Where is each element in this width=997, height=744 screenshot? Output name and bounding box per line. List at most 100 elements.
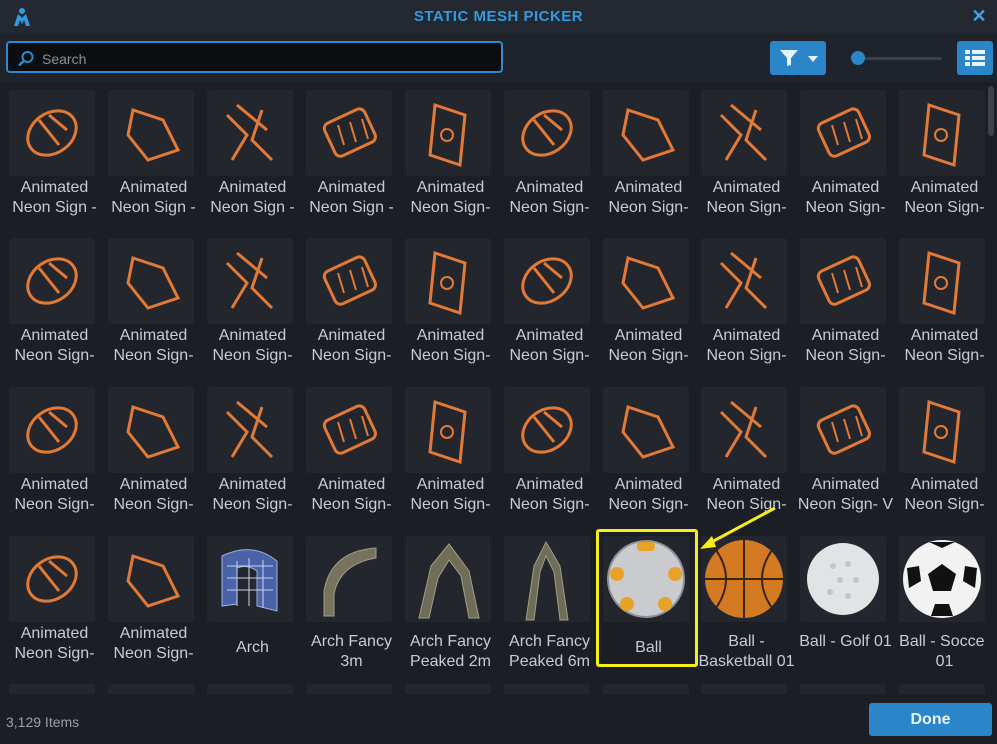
mesh-thumbnail [701,90,787,176]
mesh-tile[interactable]: Animated Neon Sign- Flag [796,82,888,222]
mesh-tile[interactable]: Animated Neon Sign- Half [302,230,394,370]
toolbar [0,34,997,82]
mesh-label: Animated Neon Sign- Gear Shift [113,327,194,368]
close-icon[interactable]: ✕ [969,6,989,26]
mesh-label: Ball - Soccer 01 [899,633,985,670]
mesh-label: Animated Neon Sign- Get Ready [212,327,293,368]
search-input[interactable] [40,47,494,71]
mesh-thumbnail [108,238,194,324]
mesh-label: Animated Neon Sign- Potion [805,327,886,368]
mesh-tile[interactable]: Animated Neon Sign - Hand [203,82,295,222]
mesh-tile[interactable]: Animated Neon Sign- Skull [203,379,295,519]
mesh-tile[interactable]: Arch Fancy 3m [302,528,394,670]
mesh-tile[interactable]: Animated Neon Sign- V Frame [796,379,893,519]
mesh-label: Arch Fancy Peaked 2m [410,633,491,670]
mesh-tile[interactable]: Animated Neon Sign- Get Ready [203,230,295,370]
mesh-label: Animated Neon Sign- Skull [212,476,293,517]
mesh-tile[interactable]: Animated Neon Sign- Baby [500,82,592,222]
filter-button[interactable] [770,41,826,75]
mesh-tile[interactable]: Arch Fancy Peaked 2m [401,528,493,670]
mesh-thumbnail [306,536,392,622]
mesh-label: Animated Neon Sign- Piston 2 [706,327,787,368]
mesh-thumbnail [800,387,886,473]
thumbnail-size-slider[interactable] [852,57,942,60]
mesh-thumbnail [603,238,689,324]
mesh-thumbnail [207,238,293,324]
mesh-tile[interactable]: Animated Neon Sign- Potion [796,230,888,370]
mesh-thumbnail [899,536,985,622]
mesh-tile[interactable]: Animated Neon Sign- Full [5,230,97,370]
mesh-tile[interactable]: Animated Neon Sign- Wrench [5,528,97,668]
mesh-thumbnail [306,90,392,176]
mesh-label: Animated Neon Sign- Left Wing [509,327,590,368]
done-button[interactable]: Done [869,703,992,736]
mesh-tile[interactable]: Animated Neon Sign- Wreath [104,528,196,668]
mesh-tile[interactable]: Animated Neon Sign- Race Track [895,230,985,370]
mesh-thumbnail [603,90,689,176]
mesh-tile[interactable]: Animated Neon Sign- Piston 2 [697,230,789,370]
mesh-tile[interactable]: Animated Neon Sign- Wow [895,379,985,519]
mesh-thumbnail [306,387,392,473]
mesh-thumbnail [405,238,491,324]
mesh-label: Animated Neon Sign- Full [14,327,95,368]
mesh-tile[interactable]: Animated Neon Sign- Sparkles [401,379,493,519]
mesh-label: Animated Neon Sign - Hand [309,179,394,220]
mesh-tile[interactable]: Arch [203,528,295,668]
mesh-label: Animated Neon Sign- Wow [904,476,985,517]
mesh-tile[interactable]: Animated Neon Sign- Diamond [697,82,789,222]
mesh-tile[interactable]: Ball - Soccer 01 [895,528,985,670]
scrollbar-thumb[interactable] [988,86,994,136]
mesh-thumbnail [701,387,787,473]
mesh-label: Animated Neon Sign- Spark Plug [311,476,392,517]
selection-highlight [596,529,698,667]
mesh-tile[interactable]: Arch Fancy Peaked 6m [500,528,592,670]
mesh-thumbnail [207,90,293,176]
mesh-thumbnail [504,387,590,473]
mesh-tile[interactable]: Ball - Golf 01 [796,528,892,668]
mesh-thumbnail [899,387,985,473]
mesh-tile[interactable]: Animated Neon Sign- Joystick [401,230,493,370]
mesh-tile[interactable]: Animated Neon Sign- Gear Shift [104,230,196,370]
mesh-tile[interactable]: Animated Neon Sign- Rain [5,379,97,519]
mesh-tile[interactable]: Animated Neon Sign- Steering [500,379,592,519]
mesh-tile[interactable]: Animated Neon Sign- Battery [401,82,493,222]
mesh-thumbnail-partial [701,684,787,694]
mesh-tile[interactable]: Animated Neon Sign- Left Wing [500,230,592,370]
filter-icon [780,50,798,66]
mesh-tile[interactable]: Animated Neon Sign- Trophy [697,379,789,519]
mesh-label: Animated Neon Sign- Diamond [706,179,787,220]
mesh-tile[interactable]: Animated Neon Sign- Spark Plug [302,379,394,519]
slider-handle[interactable] [851,51,865,65]
mesh-thumbnail [9,238,95,324]
mesh-tile[interactable]: Animated Neon Sign- Right Wing [104,379,196,519]
mesh-thumbnail-partial [603,684,689,694]
mesh-label: Animated Neon Sign- Sparkles [410,476,491,517]
list-view-icon [965,50,985,66]
mesh-label: Animated Neon Sign- Cards [608,179,689,220]
mesh-label: Animated Neon Sign- Wreath [113,625,194,666]
mesh-thumbnail [9,387,95,473]
mesh-tile[interactable]: Animated Neon Sign- Cards [599,82,691,222]
mesh-thumbnail-partial [800,684,886,694]
mesh-tile[interactable]: Animated Neon Sign- Flaming [895,82,985,222]
mesh-tile[interactable]: Animated Neon Sign- Sun [599,379,691,519]
view-mode-button[interactable] [957,41,993,75]
mesh-tile[interactable]: Animated Neon Sign - Bead [5,82,97,222]
mesh-thumbnail [701,238,787,324]
item-count: 3,129 Items [6,714,80,730]
mesh-tile[interactable]: Animated Neon Sign - Hand [302,82,394,222]
mesh-thumbnail [800,536,886,622]
mesh-label: Animated Neon Sign- Battery [410,179,491,220]
mesh-tile[interactable]: Animated Neon Sign - Hand [104,82,196,222]
mesh-thumbnail [899,238,985,324]
mesh-thumbnail [108,90,194,176]
mesh-thumbnail [504,238,590,324]
mesh-label: Animated Neon Sign- Baby [509,179,590,220]
search-box[interactable] [6,41,503,73]
mesh-tile[interactable]: Animated Neon Sign- Okay Ready [599,230,693,370]
scrollbar[interactable] [987,84,995,694]
search-icon [18,51,34,67]
mesh-thumbnail-partial [9,684,95,694]
mesh-label: Animated Neon Sign- Steering [509,476,590,517]
footer: 3,129 Items Done [0,694,997,744]
